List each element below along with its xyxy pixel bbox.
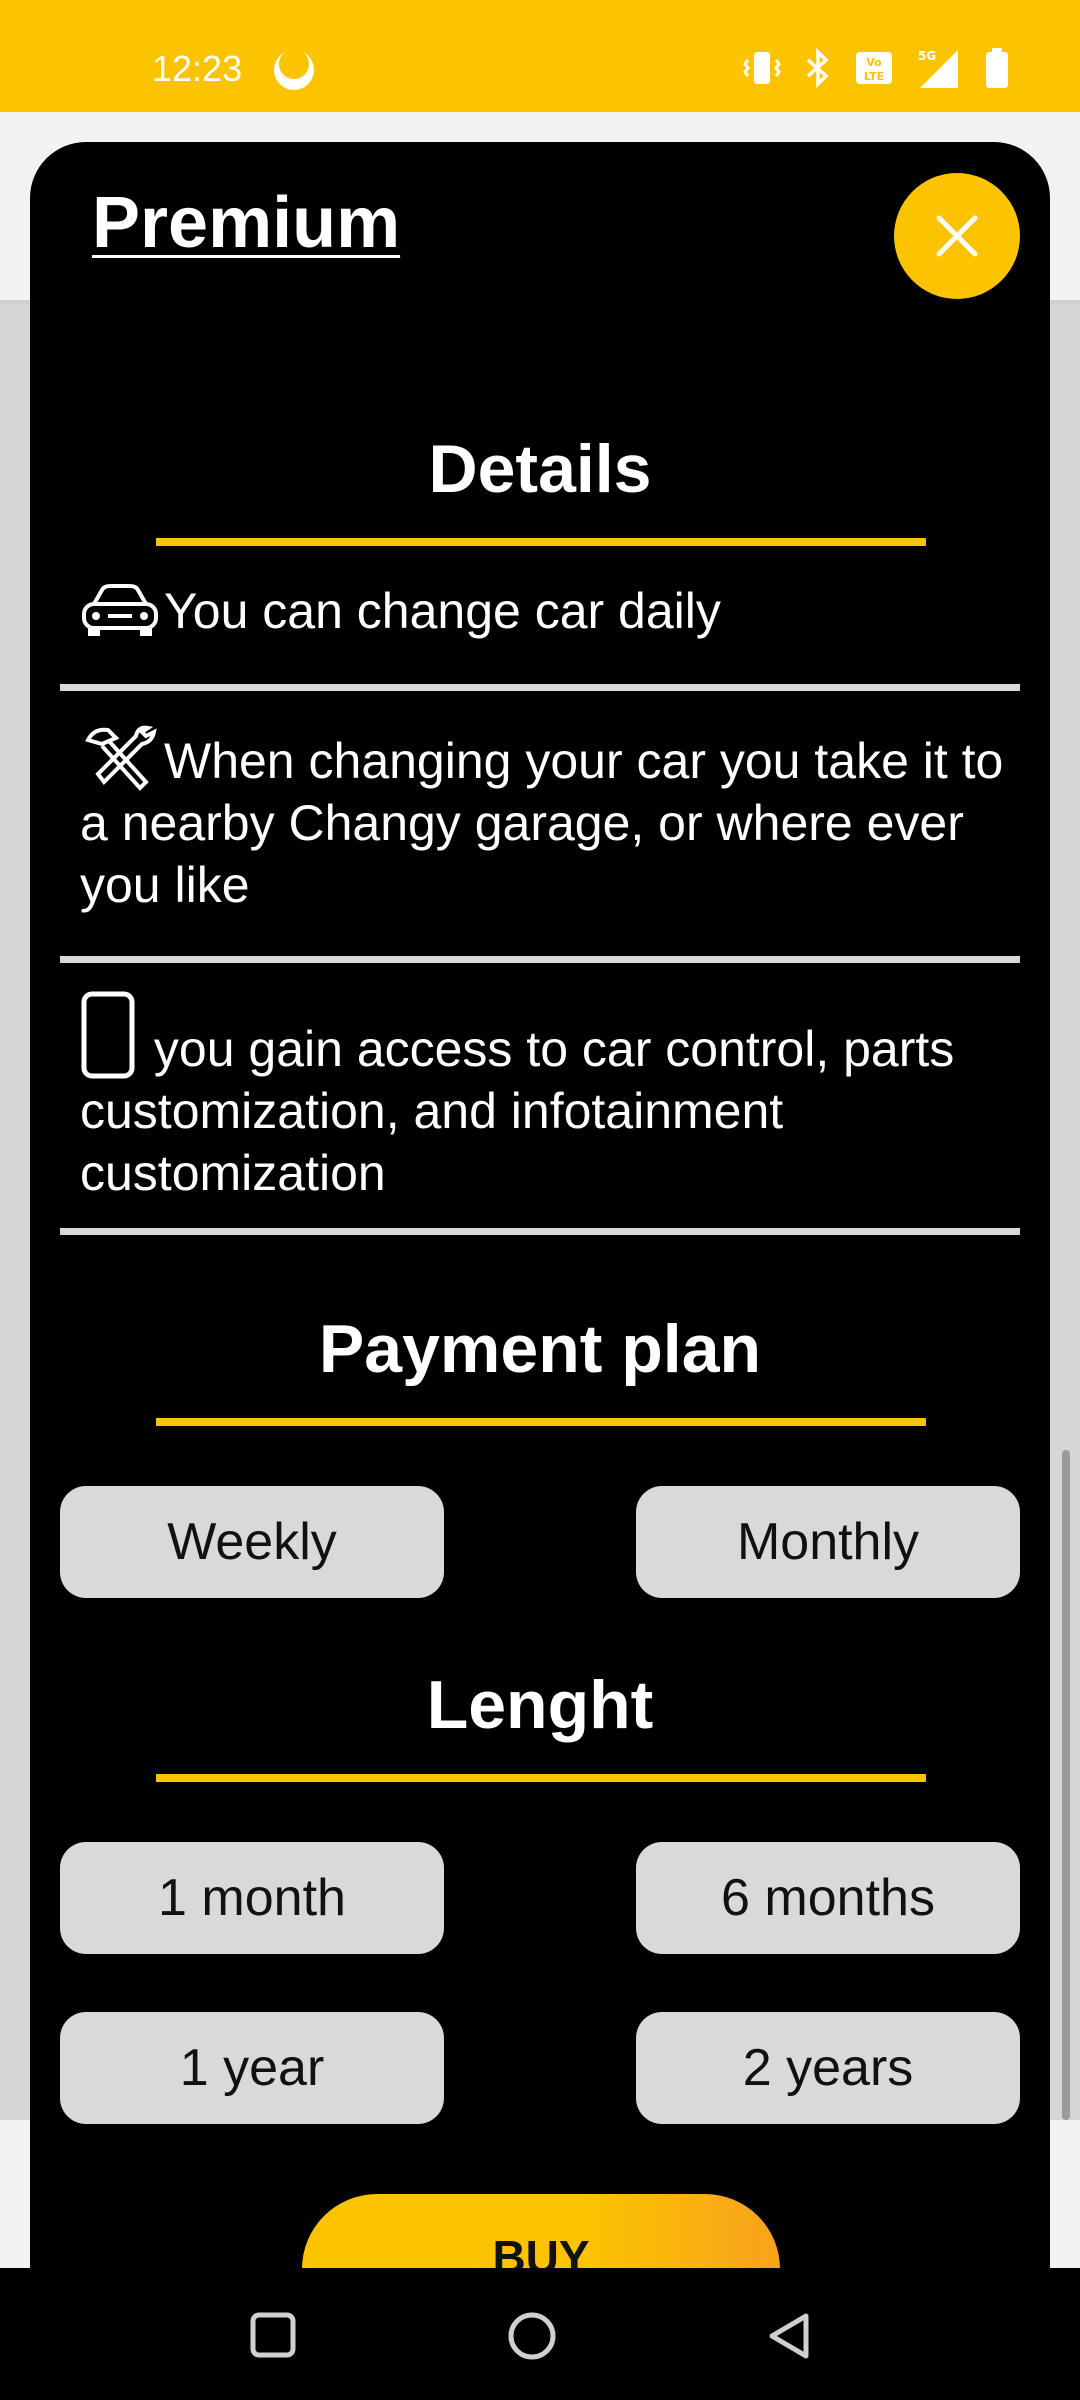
bluetooth-icon [806,48,829,88]
tools-icon [85,725,157,791]
phone-icon [81,991,135,1079]
six-months-button[interactable]: 6 months [636,1842,1020,1954]
detail-item-daily-change: You can change car daily [80,580,1020,642]
detail-item-garage: When changing your car you take it to a … [80,722,1020,916]
status-time: 12:23 [152,48,243,89]
svg-text:Vo: Vo [866,56,882,69]
vibrate-icon [743,52,781,84]
battery-icon [986,48,1008,88]
payment-plan-heading: Payment plan [318,1311,762,1387]
system-nav-bar [0,2268,1080,2400]
close-button[interactable] [894,173,1020,299]
back-triangle-icon[interactable] [764,2310,814,2362]
status-bar: 12:23 Vo LTE 5G [0,0,1080,112]
home-circle-icon[interactable] [506,2310,558,2362]
weekly-button[interactable]: Weekly [60,1486,444,1598]
detail-text: you gain access to car control, parts cu… [80,1021,955,1201]
detail-divider [60,684,1020,691]
detail-item-app-access: you gain access to car control, parts cu… [80,990,1020,1204]
one-year-button[interactable]: 1 year [60,2012,444,2124]
detail-divider [60,1228,1020,1235]
monthly-button[interactable]: Monthly [636,1486,1020,1598]
details-heading-rule [156,538,926,546]
one-month-button[interactable]: 1 month [60,1842,444,1954]
detail-text: You can change car daily [164,583,721,639]
length-heading-rule [156,1774,926,1782]
background-scrollbar [1062,1450,1070,2120]
svg-text:5G: 5G [918,49,936,63]
buy-button[interactable]: BUY [302,2194,780,2272]
sheet-title: Premium [92,183,401,263]
recents-square-icon[interactable] [248,2310,298,2360]
detail-divider [60,956,1020,963]
detail-text: When changing your car you take it to a … [80,733,1004,913]
details-heading: Details [428,431,652,507]
moon-icon [274,49,314,90]
payment-plan-heading-rule [156,1418,926,1426]
volte-icon: Vo LTE [856,52,892,84]
premium-sheet: Premium Details You can change car daily… [30,142,1050,2272]
two-years-button[interactable]: 2 years [636,2012,1020,2124]
svg-text:LTE: LTE [864,70,884,83]
close-icon [936,215,978,257]
length-heading: Lenght [426,1667,654,1743]
car-icon [82,584,158,636]
signal-5g-icon: 5G [918,49,958,88]
